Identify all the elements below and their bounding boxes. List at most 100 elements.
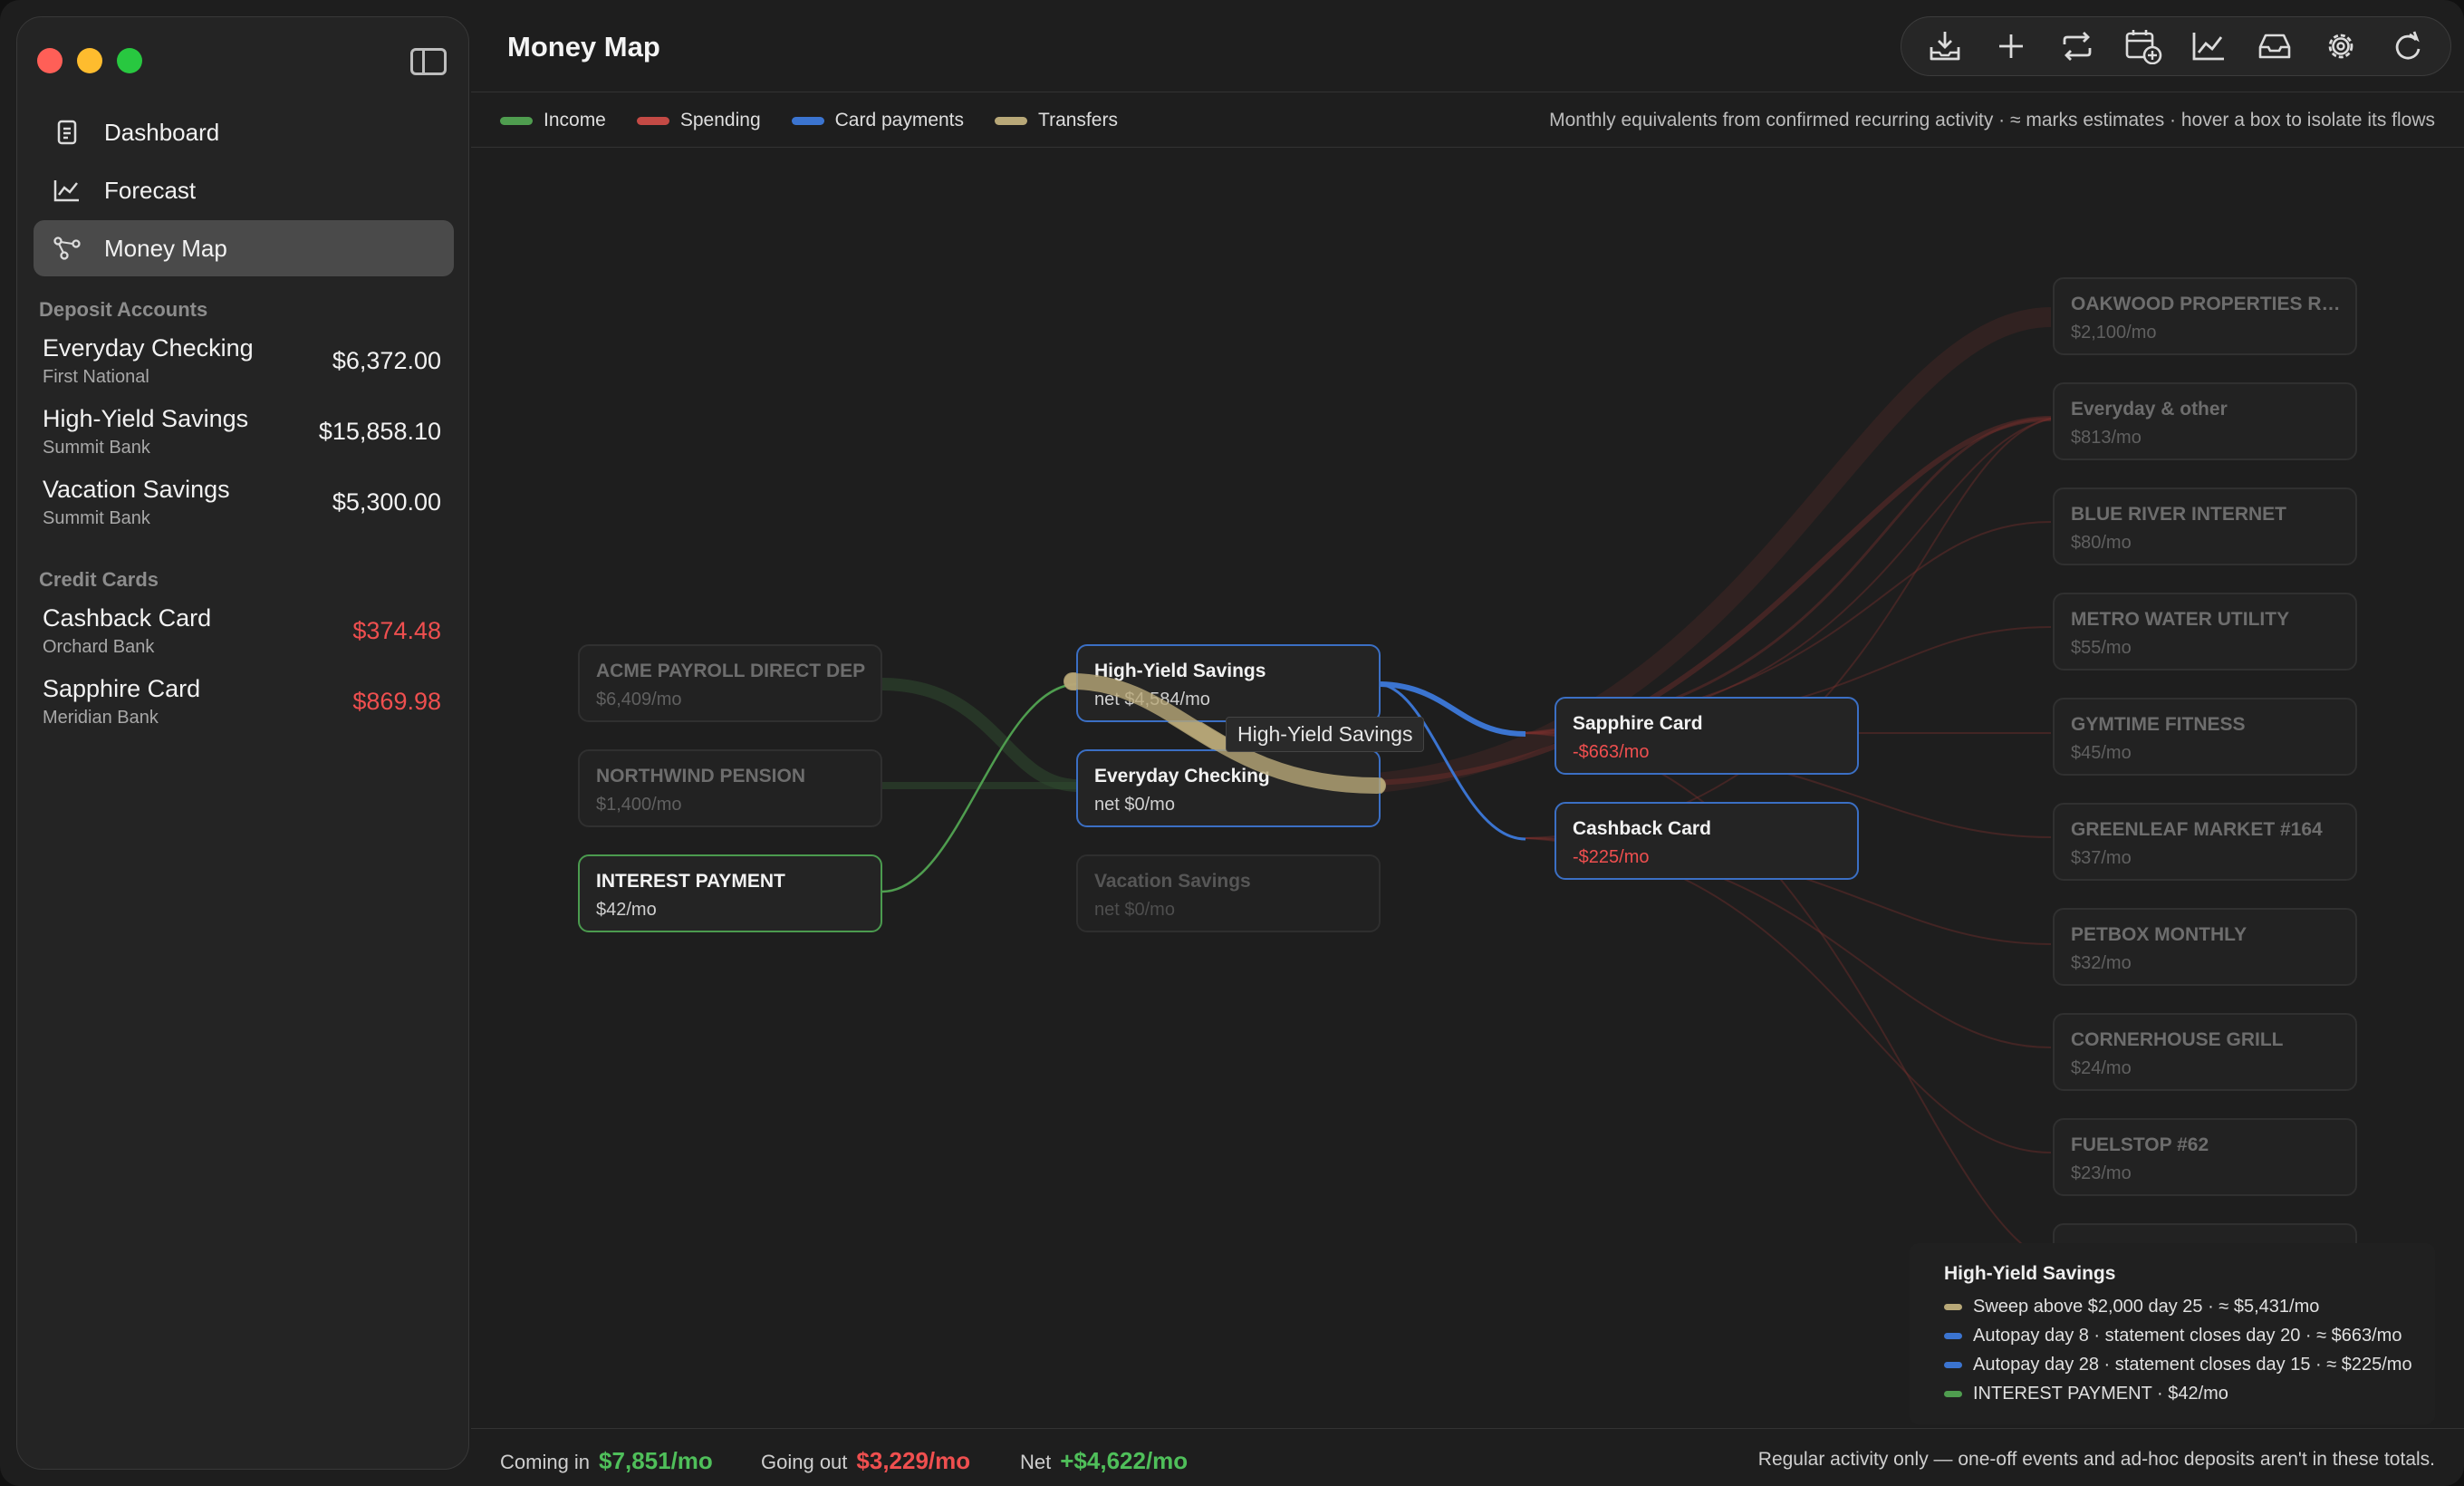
- tooltip-swatch: [1944, 1303, 1962, 1310]
- sidebar-toggle-icon[interactable]: [410, 48, 447, 75]
- card-node-cashback[interactable]: Cashback Card -$225/mo: [1554, 802, 1859, 880]
- account-node-vacation-savings[interactable]: Vacation Savings net $0/mo: [1076, 854, 1381, 932]
- add-icon: [1999, 34, 2024, 58]
- account-balance: $5,300.00: [332, 488, 441, 516]
- import-button[interactable]: [1920, 21, 1970, 72]
- legend-swatch: [636, 116, 669, 125]
- source-node-interest-payment[interactable]: INTEREST PAYMENT $42/mo: [578, 854, 882, 932]
- node-label: Cashback Card: [1573, 818, 1711, 839]
- node-amount: $32/mo: [2071, 953, 2132, 973]
- account-balance: $374.48: [352, 617, 441, 644]
- hover-label: High-Yield Savings: [1226, 717, 1425, 752]
- legend-label: Transfers: [1038, 110, 1118, 130]
- account-name: Everyday Checking: [43, 334, 254, 362]
- account-node-everyday-checking[interactable]: Everyday Checking net $0/mo: [1076, 749, 1381, 827]
- legend-swatch: [500, 116, 533, 125]
- node-label: Everyday Checking: [1094, 766, 1270, 786]
- settings-button[interactable]: [2315, 21, 2366, 72]
- node-label: ACME PAYROLL DIRECT DEP: [596, 661, 866, 681]
- net-label: Net: [1020, 1451, 1052, 1473]
- chart-icon: [2192, 33, 2225, 61]
- payee-node[interactable]: GYMTIME FITNESS $45/mo: [2053, 698, 2357, 776]
- inbox-icon: [2258, 34, 2291, 59]
- tooltip-row-text: INTEREST PAYMENT · $42/mo: [1973, 1383, 2228, 1404]
- node-label: Everyday & other: [2071, 399, 2228, 420]
- income-flows: [881, 678, 1079, 792]
- account-row-cashback-card[interactable]: Cashback Card Orchard Bank $374.48: [43, 604, 441, 671]
- payee-node[interactable]: CORNERHOUSE GRILL $24/mo: [2053, 1013, 2357, 1091]
- legend-bar: Income Spending Card payments Transfers …: [471, 93, 2464, 148]
- node-amount: $55/mo: [2071, 638, 2132, 658]
- tooltip-swatch: [1944, 1332, 1962, 1339]
- add-button[interactable]: [1986, 21, 2036, 72]
- deposit-accounts-heading: Deposit Accounts: [39, 298, 208, 321]
- legend-swatch: [995, 116, 1028, 125]
- payee-node[interactable]: PETBOX MONTHLY $32/mo: [2053, 908, 2357, 986]
- account-name: High-Yield Savings: [43, 405, 249, 432]
- account-node-high-yield-savings[interactable]: High-Yield Savings net $4,584/mo: [1076, 644, 1381, 722]
- minimize-window-button[interactable]: [77, 48, 102, 73]
- tooltip-title: High-Yield Savings: [1944, 1263, 2116, 1284]
- summary-footer: Coming in $7,851/mo Going out $3,229/mo Ne…: [471, 1428, 2464, 1486]
- node-label: OAKWOOD PROPERTIES RE...: [2071, 294, 2343, 314]
- card-node-sapphire[interactable]: Sapphire Card -$663/mo: [1554, 697, 1859, 775]
- toolbar: [1901, 16, 2451, 76]
- node-label: PETBOX MONTHLY: [2071, 924, 2247, 945]
- zoom-window-button[interactable]: [117, 48, 142, 73]
- payee-node[interactable]: Everyday & other $813/mo: [2053, 382, 2357, 460]
- node-label: INTEREST PAYMENT: [596, 871, 785, 892]
- going-out-label: Going out: [761, 1451, 848, 1473]
- refresh-icon: [2395, 31, 2421, 60]
- schedule-button[interactable]: [2118, 21, 2169, 72]
- node-label: GREENLEAF MARKET #164: [2071, 819, 2323, 840]
- account-name: Vacation Savings: [43, 476, 230, 503]
- inbox-button[interactable]: [2249, 21, 2300, 72]
- schedule-icon: [2125, 30, 2161, 64]
- account-row-vacation-savings[interactable]: Vacation Savings Summit Bank $5,300.00: [43, 476, 441, 543]
- node-label: High-Yield Savings: [1094, 661, 1266, 681]
- nav-item-dashboard[interactable]: Dashboard: [34, 104, 454, 160]
- legend-swatch: [791, 116, 824, 125]
- legend-item-card-payments: Card payments: [791, 110, 964, 131]
- payee-node[interactable]: METRO WATER UTILITY $55/mo: [2053, 593, 2357, 671]
- node-amount: $80/mo: [2071, 533, 2132, 553]
- account-row-high-yield-savings[interactable]: High-Yield Savings Summit Bank $15,858.1…: [43, 405, 441, 472]
- payee-node[interactable]: OAKWOOD PROPERTIES RE... $2,100/mo: [2053, 277, 2357, 355]
- source-node-acme-payroll[interactable]: ACME PAYROLL DIRECT DEP $6,409/mo: [578, 644, 882, 722]
- app-window: Dashboard Forecast Money Map Deposit Acc…: [0, 0, 2464, 1486]
- line-chart-icon: [53, 177, 81, 204]
- node-amount: -$225/mo: [1573, 847, 1650, 867]
- payee-node[interactable]: GREENLEAF MARKET #164 $37/mo: [2053, 803, 2357, 881]
- tooltip-swatch: [1944, 1390, 1962, 1397]
- payee-node[interactable]: BLUE RIVER INTERNET $80/mo: [2053, 487, 2357, 565]
- refresh-button[interactable]: [2382, 21, 2432, 72]
- nav-item-money-map[interactable]: Money Map: [34, 220, 454, 276]
- import-icon: [1930, 32, 1960, 61]
- coming-in-summary: Coming in $7,851/mo: [500, 1447, 713, 1475]
- node-label: NORTHWIND PENSION: [596, 766, 805, 786]
- account-row-sapphire-card[interactable]: Sapphire Card Meridian Bank $869.98: [43, 675, 441, 742]
- account-balance: $869.98: [352, 688, 441, 715]
- node-amount: $42/mo: [596, 900, 657, 920]
- tooltip-swatch: [1944, 1361, 1962, 1368]
- close-window-button[interactable]: [37, 48, 63, 73]
- transfer-icon: [2063, 32, 2092, 61]
- net-summary: Net +$4,622/mo: [1020, 1447, 1188, 1475]
- node-label: FUELSTOP #62: [2071, 1134, 2209, 1155]
- nav-item-forecast[interactable]: Forecast: [34, 162, 454, 218]
- node-label: CORNERHOUSE GRILL: [2071, 1029, 2284, 1050]
- account-row-everyday-checking[interactable]: Everyday Checking First National $6,372.…: [43, 334, 441, 401]
- nav-item-label: Forecast: [104, 176, 197, 204]
- payee-node[interactable]: FUELSTOP #62 $23/mo: [2053, 1118, 2357, 1196]
- node-amount: $813/mo: [2071, 428, 2142, 448]
- transfer-button[interactable]: [2052, 21, 2103, 72]
- net-value: +$4,622/mo: [1060, 1447, 1189, 1474]
- page-title: Money Map: [507, 31, 660, 63]
- tooltip-row-text: Autopay day 8 · statement closes day 20 …: [1973, 1325, 2402, 1346]
- main-content: Money Map Income Spending Card payments …: [471, 0, 2464, 1486]
- tooltip-row: INTEREST PAYMENT · $42/mo: [1944, 1379, 2435, 1408]
- node-amount: -$663/mo: [1573, 742, 1650, 762]
- flow-legend: Income Spending Card payments Transfers: [500, 110, 1149, 131]
- chart-button[interactable]: [2183, 21, 2234, 72]
- source-node-northwind-pension[interactable]: NORTHWIND PENSION $1,400/mo: [578, 749, 882, 827]
